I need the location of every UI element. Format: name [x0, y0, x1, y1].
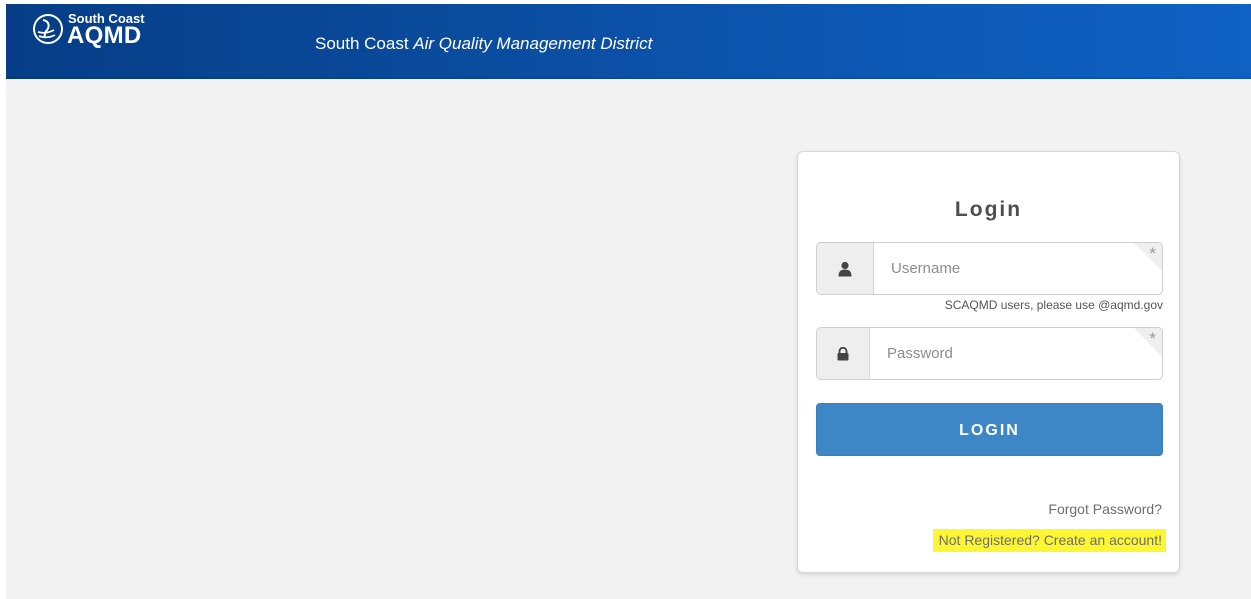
page-frame: South Coast AQMD South Coast Air Quality… [6, 4, 1251, 599]
create-account-link[interactable]: Not Registered? Create an account! [932, 529, 1166, 552]
site-header: South Coast AQMD South Coast Air Quality… [6, 4, 1251, 79]
user-icon [838, 261, 852, 276]
aqmd-logo-icon [33, 14, 63, 44]
logo-text-bottom: AQMD [67, 22, 142, 49]
forgot-password-link[interactable]: Forgot Password? [1048, 501, 1162, 517]
password-input[interactable] [870, 328, 1160, 379]
username-addon [817, 243, 874, 294]
password-field: * [816, 327, 1163, 380]
required-indicator: * [1134, 328, 1162, 356]
required-asterisk: * [1149, 329, 1156, 348]
login-button[interactable]: LOGIN [816, 403, 1163, 456]
header-title: South Coast Air Quality Management Distr… [315, 34, 652, 54]
aqmd-logo[interactable]: South Coast AQMD [32, 12, 172, 58]
username-hint: SCAQMD users, please use @aqmd.gov [944, 298, 1163, 312]
required-asterisk: * [1149, 244, 1156, 263]
username-field: * [816, 242, 1163, 295]
username-input[interactable] [874, 243, 1160, 294]
header-title-plain: South Coast [315, 34, 414, 53]
password-addon [817, 328, 870, 379]
login-title: Login [954, 198, 1023, 221]
lock-icon [837, 346, 849, 360]
header-title-italic: Air Quality Management District [413, 34, 653, 53]
login-card: Login * SCAQMD users, please use @aqmd.g… [797, 151, 1180, 573]
required-indicator: * [1134, 243, 1162, 271]
